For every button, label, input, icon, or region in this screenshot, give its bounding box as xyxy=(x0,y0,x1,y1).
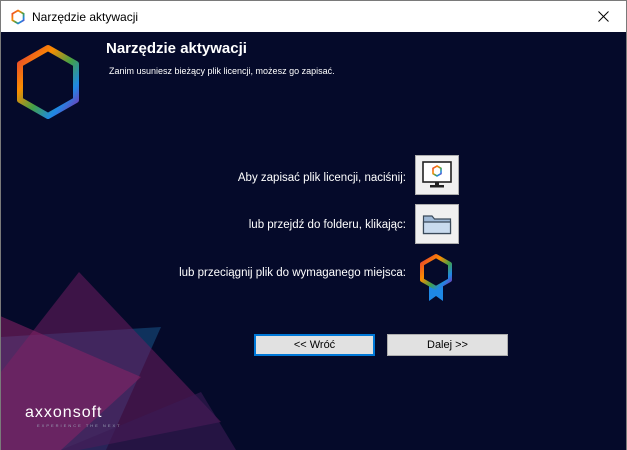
folder-instruction: lub przejdź do folderu, klikając: xyxy=(248,219,406,231)
open-folder-button[interactable] xyxy=(415,204,459,244)
page-subtitle: Zanim usuniesz bieżący plik licencji, mo… xyxy=(109,66,335,76)
license-badge-icon[interactable] xyxy=(417,253,455,303)
close-icon xyxy=(597,11,609,22)
hexagon-logo-icon xyxy=(17,45,79,119)
window-title: Narzędzie aktywacji xyxy=(32,10,139,24)
close-button[interactable] xyxy=(580,1,626,32)
brand-tagline: EXPERIENCE THE NEXT xyxy=(37,423,122,428)
drag-instruction: lub przeciągnij plik do wymaganego miejs… xyxy=(179,267,406,279)
next-button[interactable]: Dalej >> xyxy=(387,334,508,356)
monitor-save-icon xyxy=(422,161,452,188)
brand-logo-text: axxonsoft xyxy=(25,404,103,421)
page-title: Narzędzie aktywacji xyxy=(106,40,247,57)
save-license-button[interactable] xyxy=(415,155,459,195)
back-button[interactable]: << Wróć xyxy=(254,334,375,356)
activation-window: Narzędzie aktywacji Narzędzie aktywacji … xyxy=(0,0,627,450)
decorative-background-shapes xyxy=(1,272,236,450)
title-bar[interactable]: Narzędzie aktywacji xyxy=(1,1,626,32)
hexagon-logo-icon xyxy=(11,9,25,25)
folder-icon xyxy=(422,215,452,235)
content-area: Narzędzie aktywacji Zanim usuniesz bieżą… xyxy=(1,32,626,450)
save-instruction: Aby zapisać plik licencji, naciśnij: xyxy=(237,172,406,184)
